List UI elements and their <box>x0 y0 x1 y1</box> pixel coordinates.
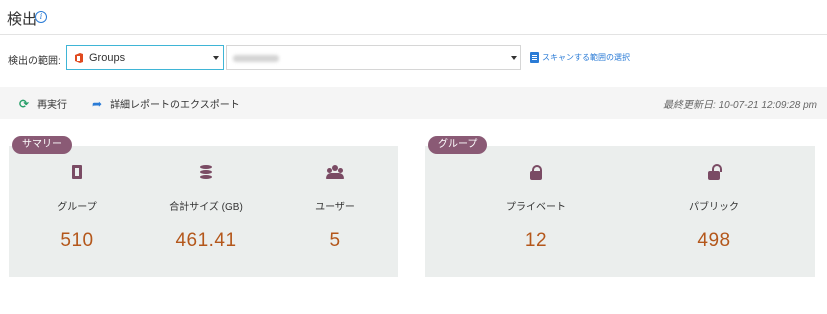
unlock-icon <box>708 164 722 180</box>
toolbar: ⟳ 再実行 ➦ 詳細レポートのエクスポート 最終更新日: 10-07-21 12… <box>0 87 827 119</box>
stat-label: ユーザー <box>315 202 355 213</box>
summary-panel: グループ 510 合計サイズ (GB) 461.41 ユーザー 5 <box>9 146 398 277</box>
summary-tag: サマリー <box>12 136 72 154</box>
stat-value: 510 <box>60 230 94 251</box>
chevron-down-icon <box>511 56 517 60</box>
scan-scope-link[interactable]: スキャンする範囲の選択 <box>530 52 630 63</box>
stat-groups: グループ 510 <box>17 165 137 252</box>
last-updated: 最終更新日: 10-07-21 12:09:28 pm <box>663 96 817 111</box>
stat-users: ユーザー 5 <box>275 165 395 252</box>
database-icon <box>200 165 212 180</box>
stat-label: 合計サイズ (GB) <box>169 202 243 213</box>
users-icon <box>326 165 344 179</box>
document-icon <box>530 52 539 63</box>
scan-scope-link-label: スキャンする範囲の選択 <box>542 53 630 62</box>
scope-type-value: Groups <box>89 52 126 64</box>
last-updated-value: 10-07-21 12:09:28 pm <box>718 100 817 111</box>
scope-label: 検出の範囲: <box>8 56 61 67</box>
groups-tag: グループ <box>428 136 488 154</box>
groups-panel: プライベート 12 パブリック 498 <box>425 146 815 277</box>
scope-type-select[interactable]: Groups <box>66 45 224 70</box>
rerun-label: 再実行 <box>37 100 68 111</box>
stat-private: プライベート 12 <box>476 165 596 252</box>
redacted-value <box>233 55 279 62</box>
stat-value: 12 <box>524 230 548 251</box>
stat-public: パブリック 498 <box>654 164 774 252</box>
export-report-button[interactable]: ➦ 詳細レポートのエクスポート <box>92 96 240 112</box>
office-icon <box>75 53 83 63</box>
stat-value: 461.41 <box>175 230 237 251</box>
scope-target-select[interactable] <box>226 45 521 70</box>
chevron-down-icon <box>213 56 219 60</box>
stat-value: 498 <box>697 230 731 251</box>
stat-label: パブリック <box>689 202 739 213</box>
share-arrow-icon: ➦ <box>92 96 103 111</box>
stat-total-size: 合計サイズ (GB) 461.41 <box>146 165 266 252</box>
rerun-button[interactable]: ⟳ 再実行 <box>19 96 68 112</box>
info-icon[interactable]: i <box>35 11 47 23</box>
page-title: 検出 <box>7 11 38 28</box>
export-report-label: 詳細レポートのエクスポート <box>110 100 240 111</box>
last-updated-label: 最終更新日: <box>663 100 716 111</box>
stat-value: 5 <box>329 230 341 251</box>
stat-label: プライベート <box>506 202 566 213</box>
office-icon <box>72 165 82 179</box>
page-header: 検出 i <box>0 0 827 35</box>
refresh-icon: ⟳ <box>19 96 30 111</box>
lock-icon <box>530 165 542 180</box>
stat-label: グループ <box>57 202 97 213</box>
